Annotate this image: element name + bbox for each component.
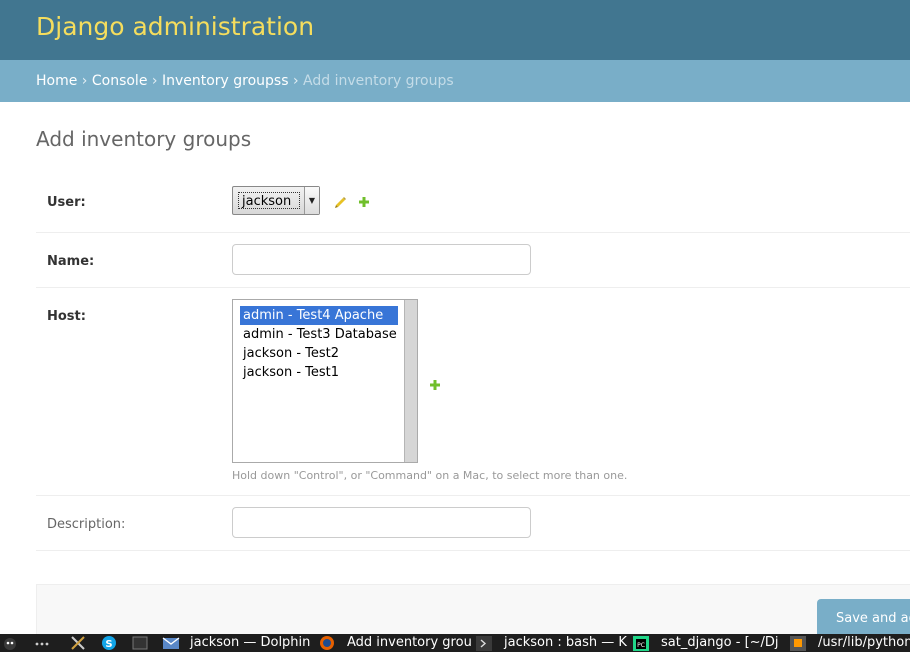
- more-icon[interactable]: [34, 635, 50, 651]
- console-icon[interactable]: [132, 635, 148, 651]
- breadcrumb-separator: ›: [81, 73, 88, 89]
- taskbar-item-label: Add inventory grou: [347, 635, 472, 650]
- breadcrumb-separator: ›: [292, 73, 299, 89]
- name-label: Name:: [47, 254, 95, 269]
- host-help-text: Hold down "Control", or "Command" on a M…: [232, 469, 628, 482]
- folder-mail-icon: [162, 635, 180, 651]
- breadcrumb-console[interactable]: Console: [92, 73, 148, 89]
- pencil-icon[interactable]: [334, 194, 347, 213]
- form-row-description: Description:: [36, 496, 910, 551]
- terminal-icon: [476, 635, 492, 651]
- taskbar-item-label: jackson : bash — K: [504, 635, 627, 650]
- host-label: Host:: [47, 309, 86, 324]
- user-label: User:: [47, 195, 86, 210]
- host-scrollbar[interactable]: [404, 300, 417, 462]
- breadcrumb: Home › Console › Inventory groupss › Add…: [0, 60, 910, 102]
- description-field[interactable]: [232, 507, 531, 538]
- taskbar: S jackson — Dolphin Add inventory grou j…: [0, 634, 910, 652]
- plus-icon[interactable]: [358, 193, 370, 212]
- pycharm-icon: PC: [633, 635, 649, 651]
- site-header: Django administration: [0, 0, 910, 60]
- firefox-icon: [319, 635, 335, 651]
- user-select[interactable]: jackson ▼: [232, 186, 320, 215]
- plus-icon[interactable]: [429, 376, 441, 395]
- site-name[interactable]: Django administration: [36, 12, 314, 41]
- description-label: Description:: [47, 517, 126, 532]
- taskbar-item-label: /usr/lib/python2: [818, 635, 910, 650]
- save-and-add-another-button[interactable]: Save and add another: [817, 599, 910, 639]
- form-row-host: Host: admin - Test4 Apache admin - Test3 …: [36, 288, 910, 496]
- breadcrumb-separator: ›: [151, 73, 158, 89]
- taskbar-item-label: jackson — Dolphin: [190, 635, 311, 650]
- form-row-name: Name:: [36, 233, 910, 288]
- host-option[interactable]: admin - Test4 Apache: [240, 306, 398, 325]
- svg-text:PC: PC: [637, 642, 645, 649]
- host-options: admin - Test4 Apache admin - Test3 Databa…: [240, 306, 398, 382]
- form-row-user: User: jackson ▼: [36, 173, 910, 233]
- name-field[interactable]: [232, 244, 531, 275]
- chevron-down-icon[interactable]: ▼: [304, 187, 319, 214]
- breadcrumb-home[interactable]: Home: [36, 73, 77, 89]
- breadcrumb-inventory-groups[interactable]: Inventory groupss: [162, 73, 289, 89]
- host-option[interactable]: jackson - Test1: [240, 363, 398, 382]
- host-option[interactable]: admin - Test3 Database: [240, 325, 398, 344]
- user-select-value: jackson: [238, 192, 300, 209]
- tools-icon[interactable]: [70, 635, 86, 651]
- breadcrumb-current: Add inventory groups: [303, 73, 454, 89]
- taskbar-item-label: sat_django - [~/Dj: [661, 635, 779, 650]
- host-option[interactable]: jackson - Test2: [240, 344, 398, 363]
- skype-icon[interactable]: S: [101, 635, 117, 651]
- sublime-icon: [790, 635, 806, 651]
- app-launcher-icon[interactable]: [2, 635, 18, 651]
- page-title: Add inventory groups: [36, 127, 252, 151]
- host-multiselect[interactable]: admin - Test4 Apache admin - Test3 Databa…: [232, 299, 418, 463]
- svg-text:S: S: [105, 639, 112, 650]
